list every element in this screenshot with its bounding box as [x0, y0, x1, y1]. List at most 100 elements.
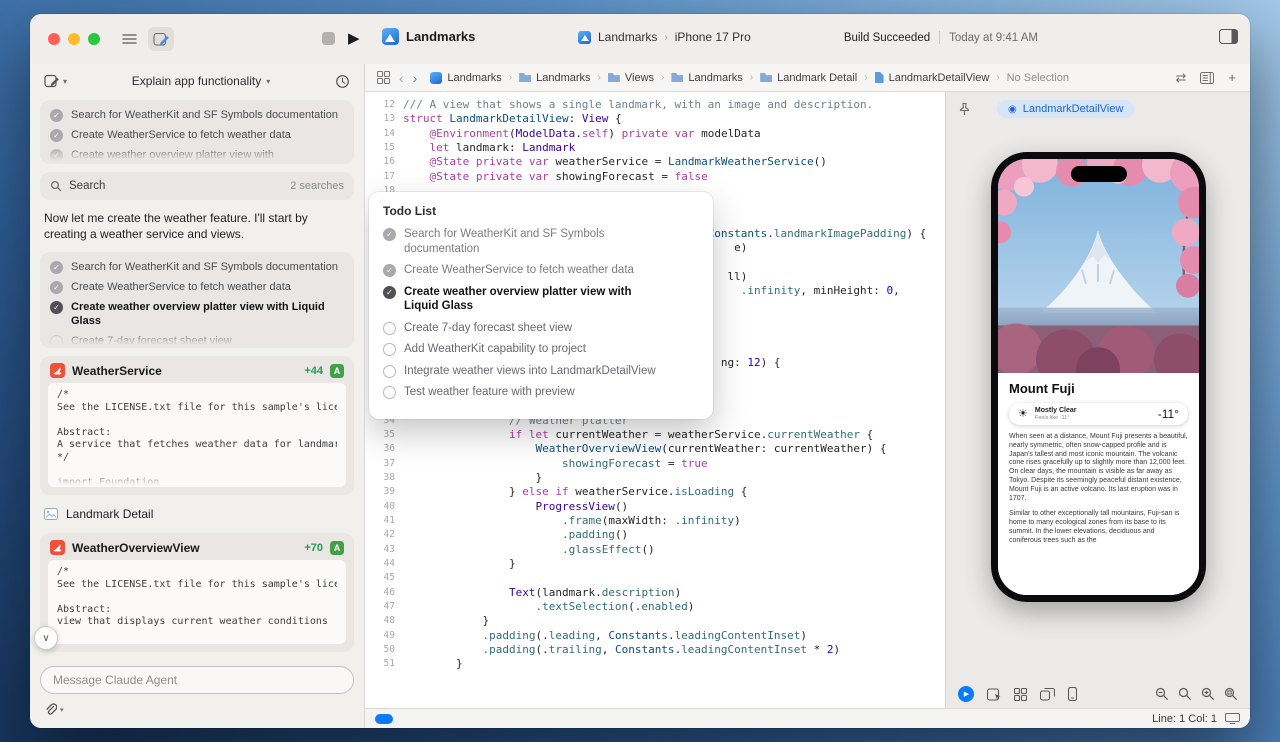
todo-item-label: Create WeatherService to fetch weather d…: [71, 128, 291, 142]
folder-icon: [608, 73, 620, 82]
editor-options-icon[interactable]: [1200, 72, 1214, 84]
chevron-down-icon[interactable]: ▾: [60, 706, 64, 714]
breadcrumb-item[interactable]: Landmarks: [430, 72, 501, 84]
search-activity-row[interactable]: Search 2 searches: [40, 172, 354, 200]
agent-activity-indicator[interactable]: [375, 714, 393, 724]
breadcrumb-item[interactable]: No Selection: [1007, 72, 1069, 84]
code-line[interactable]: 48 }: [365, 614, 945, 628]
pin-icon[interactable]: [958, 102, 971, 116]
attach-icon[interactable]: [44, 703, 57, 717]
file-change-card-weatheroverviewview[interactable]: WeatherOverviewView +70 A /*See the LICE…: [40, 533, 354, 652]
coding-assistant-icon[interactable]: [148, 27, 174, 51]
stop-button[interactable]: [322, 32, 335, 45]
file-card-header[interactable]: WeatherOverviewView +70 A: [40, 533, 354, 560]
preview-target-pill[interactable]: ◉ LandmarkDetailView: [997, 100, 1134, 118]
status-divider: [939, 31, 940, 44]
zoom-in-icon[interactable]: [1201, 687, 1215, 701]
code-preview-line: See the LICENSE.txt file for this sample…: [57, 402, 337, 415]
add-editor-icon[interactable]: +: [1228, 70, 1236, 85]
back-icon[interactable]: ‹: [399, 70, 404, 86]
zoom-out-icon[interactable]: [1155, 687, 1169, 701]
code-line[interactable]: 45: [365, 571, 945, 585]
scroll-to-bottom-button[interactable]: ∨: [34, 626, 58, 650]
counterpart-arrows-icon[interactable]: ⇄: [1176, 70, 1187, 86]
code-line[interactable]: 42 .padding(): [365, 528, 945, 542]
selectable-mode-icon[interactable]: [987, 688, 1001, 701]
code-line[interactable]: 51 }: [365, 657, 945, 671]
run-button[interactable]: ▶: [348, 29, 360, 47]
landmark-detail-file-row[interactable]: Landmark Detail: [40, 503, 354, 525]
navigator-list-icon[interactable]: [116, 27, 142, 51]
code-line[interactable]: 40 ProgressView(): [365, 500, 945, 514]
code-token: [403, 442, 535, 455]
build-time-label: Today at 9:41 AM: [949, 32, 1038, 44]
code-line[interactable]: 49 .padding(.leading, Constants.leadingC…: [365, 629, 945, 643]
display-icon[interactable]: [1225, 713, 1240, 724]
todo-item: Create 7-day forecast sheet view: [383, 321, 699, 336]
code-token: }: [403, 614, 489, 627]
code-line[interactable]: 15 let landmark: Landmark: [365, 141, 945, 155]
scheme-name[interactable]: Landmarks: [598, 30, 657, 44]
traffic-lights: [48, 33, 100, 45]
code-preview-line: /*: [57, 566, 337, 579]
code-line[interactable]: 41 .frame(maxWidth: .infinity): [365, 514, 945, 528]
code-line[interactable]: 37 showingForecast = true: [365, 457, 945, 471]
inspector-toggle-icon[interactable]: [1219, 29, 1238, 47]
file-change-card-weatherservice[interactable]: WeatherService +44 A /*See the LICENSE.t…: [40, 356, 354, 495]
live-preview-button[interactable]: ▶: [958, 686, 974, 702]
breadcrumb-separator: ›: [598, 72, 601, 83]
code-line[interactable]: 50 .padding(.trailing, Constants.leading…: [365, 643, 945, 657]
code-line[interactable]: 35 if let currentWeather = weatherServic…: [365, 428, 945, 442]
file-card-header[interactable]: WeatherService +44 A: [40, 356, 354, 383]
dynamic-island: [1071, 166, 1127, 182]
forward-icon[interactable]: ›: [413, 70, 418, 86]
todo-item: ✓Search for WeatherKit and SF Symbols do…: [50, 108, 344, 122]
code-line[interactable]: 36 WeatherOverviewView(currentWeather: c…: [365, 442, 945, 456]
code-line[interactable]: 16 @State private var weatherService = L…: [365, 155, 945, 169]
device-settings-icon[interactable]: [1068, 687, 1077, 701]
code-line[interactable]: 13struct LandmarkDetailView: View {: [365, 112, 945, 126]
breadcrumb-item[interactable]: Landmark Detail: [760, 72, 857, 84]
code-line[interactable]: 43 .glassEffect(): [365, 543, 945, 557]
code-line[interactable]: 44 }: [365, 557, 945, 571]
run-destination[interactable]: iPhone 17 Pro: [675, 30, 751, 44]
color-scheme-variants-icon[interactable]: [1040, 688, 1055, 701]
code-token: @State: [430, 170, 470, 183]
scheme-selector[interactable]: Landmarks › iPhone 17 Pro: [578, 30, 751, 44]
code-line[interactable]: 47 .textSelection(.enabled): [365, 600, 945, 614]
close-window-button[interactable]: [48, 33, 60, 45]
code-token: .infinity: [675, 514, 735, 527]
related-items-grid-icon[interactable]: [377, 71, 390, 84]
lines-added-badge: +70: [304, 542, 323, 554]
new-conversation-icon[interactable]: [44, 73, 60, 89]
code-line[interactable]: 46 Text(landmark.description): [365, 586, 945, 600]
breadcrumb-item[interactable]: Views: [608, 72, 654, 84]
zoom-fit-icon[interactable]: [1178, 687, 1192, 701]
code-line[interactable]: 17 @State private var showingForecast = …: [365, 170, 945, 184]
search-count: 2 searches: [290, 180, 344, 192]
code-token: modelData: [694, 127, 760, 140]
code-token: [403, 457, 562, 470]
code-text: ProgressView(): [403, 500, 628, 514]
weather-platter[interactable]: ☀ Mostly Clear Feels like -11° -11°: [1009, 403, 1188, 425]
source-editor[interactable]: 12/// A view that shows a single landmar…: [365, 92, 945, 708]
zoom-window-button[interactable]: [88, 33, 100, 45]
code-token: landmark:: [449, 141, 522, 154]
breadcrumb-item[interactable]: Landmarks: [519, 72, 590, 84]
minimize-window-button[interactable]: [68, 33, 80, 45]
zoom-actual-size-icon[interactable]: [1224, 687, 1238, 701]
code-line[interactable]: 39 } else if weatherService.isLoading {: [365, 485, 945, 499]
breadcrumb-item[interactable]: LandmarkDetailView: [875, 72, 990, 84]
code-line[interactable]: 38 }: [365, 471, 945, 485]
code-line[interactable]: 12/// A view that shows a single landmar…: [365, 98, 945, 112]
code-line[interactable]: 14 @Environment(ModelData.self) private …: [365, 127, 945, 141]
code-token: false: [675, 170, 708, 183]
landmark-description-2: Similar to other exceptionally tall moun…: [1009, 510, 1188, 545]
conversation-scroll[interactable]: ✓Search for WeatherKit and SF Symbols do…: [40, 100, 354, 666]
conversation-title-menu[interactable]: Explain app functionality ▾: [67, 74, 335, 88]
variants-grid-icon[interactable]: [1014, 688, 1027, 701]
activity-view[interactable]: Build Succeeded Today at 9:41 AM: [844, 31, 1038, 44]
message-input[interactable]: [40, 666, 354, 694]
breadcrumb-item[interactable]: Landmarks: [671, 72, 742, 84]
history-icon[interactable]: [335, 74, 350, 89]
